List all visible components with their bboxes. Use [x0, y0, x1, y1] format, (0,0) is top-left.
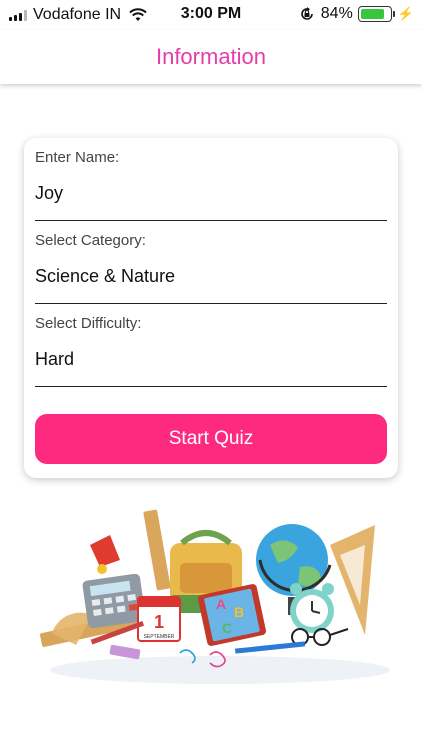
info-form-card: Enter Name: Joy Select Category: Science…	[24, 138, 398, 478]
battery-percent: 84%	[320, 5, 353, 22]
category-select[interactable]: Science & Nature	[35, 266, 175, 287]
book-letter-c: C	[222, 620, 232, 636]
category-label: Select Category:	[35, 232, 146, 249]
status-bar: Vodafone IN 3:00 PM 84% ⚡	[0, 0, 422, 30]
battery-icon	[357, 6, 395, 22]
book-letter-a: A	[216, 596, 226, 612]
category-field[interactable]: Select Category: Science & Nature	[35, 221, 387, 304]
status-right: 84% ⚡	[299, 5, 414, 23]
page-title: Information	[155, 44, 267, 69]
navigation-bar: Information	[0, 30, 422, 84]
name-input[interactable]: Joy	[35, 183, 63, 204]
book-letter-b: B	[234, 604, 244, 620]
name-field[interactable]: Enter Name: Joy	[35, 138, 387, 221]
battery-fill	[360, 9, 385, 19]
calendar-day: 1	[154, 612, 164, 632]
difficulty-label: Select Difficulty:	[35, 315, 142, 332]
orientation-lock-icon	[300, 7, 313, 20]
difficulty-field[interactable]: Select Difficulty: Hard	[35, 304, 387, 387]
school-supplies-illustration: 1 SEPTEMBER A B C	[40, 509, 390, 684]
difficulty-select[interactable]: Hard	[35, 349, 74, 370]
start-quiz-button[interactable]: Start Quiz	[35, 414, 387, 464]
calendar-month: SEPTEMBER	[144, 634, 175, 640]
name-label: Enter Name:	[35, 149, 120, 166]
charging-icon: ⚡	[397, 6, 414, 21]
